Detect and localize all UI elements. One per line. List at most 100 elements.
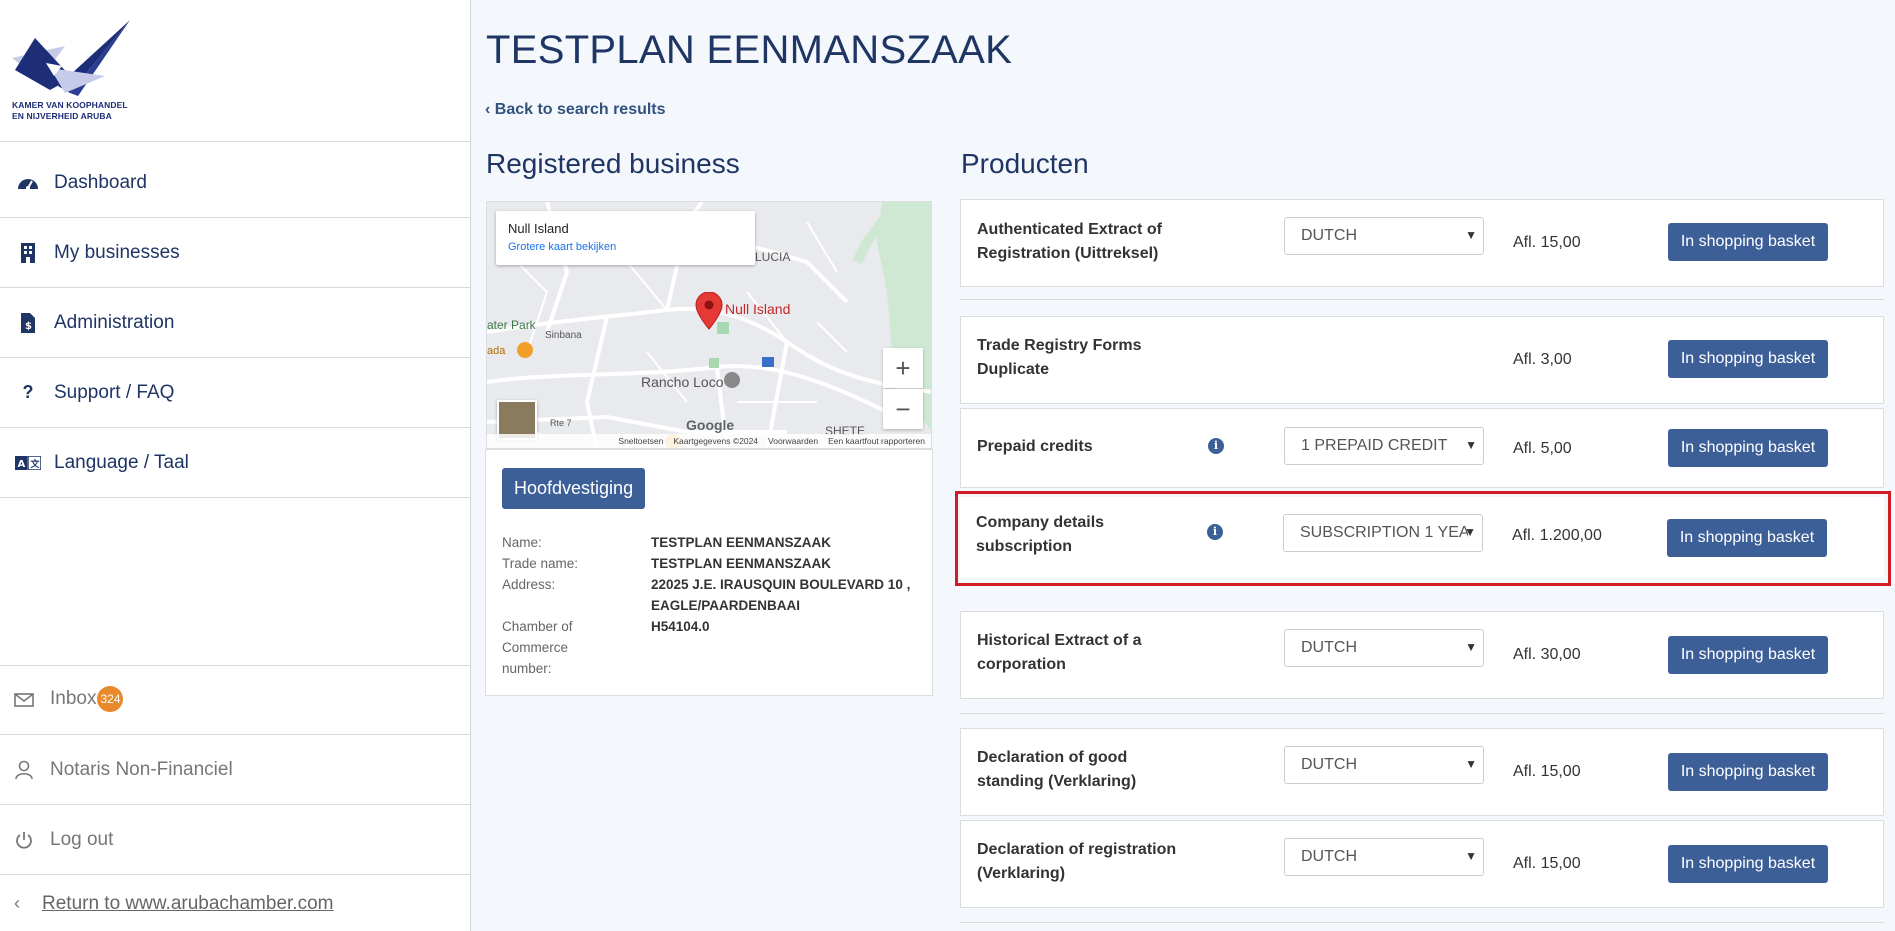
- logo-text: KAMER VAN KOOPHANDEL EN NIJVERHEID ARUBA: [12, 100, 128, 121]
- add-to-basket-button[interactable]: In shopping basket: [1668, 845, 1828, 883]
- chevron-down-icon: ▼: [1465, 438, 1477, 452]
- product-divider: [960, 713, 1884, 714]
- nav-user-label: Notaris Non-Financiel: [50, 758, 233, 780]
- dashboard-icon: [14, 175, 42, 191]
- info-label: Chamber of Commerce number:: [502, 619, 573, 676]
- product-name: Declaration of good standing (Verklaring…: [977, 749, 1137, 790]
- product-card: Declaration of good standing (Verklaring…: [960, 728, 1884, 816]
- product-divider: [960, 922, 1884, 923]
- product-name: Historical Extract of a corporation: [977, 632, 1142, 673]
- map-label: ada: [487, 345, 506, 357]
- info-row-name: Name: TESTPLAN EENMANSZAAK: [502, 532, 922, 553]
- invoice-icon: $: [14, 312, 42, 333]
- map-pin-icon[interactable]: [695, 292, 723, 330]
- product-price: Afl. 5,00: [1513, 440, 1572, 457]
- highlight-box: [955, 491, 1891, 586]
- nav-inbox[interactable]: Inbox 324: [0, 665, 470, 735]
- svg-text:A: A: [18, 459, 26, 470]
- add-to-basket-button[interactable]: In shopping basket: [1668, 753, 1828, 791]
- product-price: Afl. 3,00: [1513, 351, 1572, 368]
- info-row-address: Address: 22025 J.E. IRAUSQUIN BOULEVARD …: [502, 574, 922, 616]
- map-shortcuts-link[interactable]: Sneltoetsen: [618, 436, 663, 446]
- product-divider: [960, 299, 1884, 300]
- map-data-attribution: Kaartgegevens ©2024: [673, 436, 759, 446]
- envelope-icon: [12, 692, 36, 707]
- info-label: Address:: [502, 577, 556, 592]
- larger-map-link[interactable]: Grotere kaart bekijken: [508, 241, 616, 253]
- page-title: TESTPLAN EENMANSZAAK: [486, 28, 1013, 72]
- add-to-basket-button[interactable]: In shopping basket: [1668, 340, 1828, 378]
- nav-my-businesses[interactable]: My businesses: [0, 218, 470, 288]
- map-report-error-link[interactable]: Een kaartfout rapporteren: [828, 436, 925, 446]
- nav-support-faq-label: Support / FAQ: [54, 381, 175, 403]
- nav-user-profile[interactable]: Notaris Non-Financiel: [0, 735, 470, 805]
- product-card: Declaration of registration (Verklaring)…: [960, 820, 1884, 908]
- chevron-down-icon: ▼: [1465, 228, 1477, 242]
- map-footer: Sneltoetsen Kaartgegevens ©2024 Voorwaar…: [487, 434, 931, 448]
- info-label: Name:: [502, 535, 542, 550]
- product-card: Historical Extract of a corporation DUTC…: [960, 611, 1884, 699]
- info-value: H54104.0: [651, 619, 710, 634]
- headquarters-button[interactable]: Hoofdvestiging: [502, 468, 646, 509]
- zoom-in-button[interactable]: +: [883, 348, 923, 388]
- chevron-left-icon: ‹: [485, 101, 495, 118]
- business-info-card: Hoofdvestiging Name: TESTPLAN EENMANSZAA…: [485, 449, 933, 696]
- product-price: Afl. 30,00: [1513, 646, 1581, 663]
- add-to-basket-button[interactable]: In shopping basket: [1668, 223, 1828, 261]
- back-to-search-link[interactable]: ‹ Back to search results: [485, 101, 666, 119]
- svg-text:$: $: [25, 321, 32, 332]
- sidebar: KAMER VAN KOOPHANDEL EN NIJVERHEID ARUBA…: [0, 0, 471, 931]
- location-map[interactable]: LUCIA MON POS ater Park Sinbana Rancho L…: [486, 201, 932, 449]
- nav-language-label: Language / Taal: [54, 451, 189, 473]
- product-card: Trade Registry Forms Duplicate Afl. 3,00…: [960, 316, 1884, 404]
- map-place-name: Null Island: [508, 221, 569, 236]
- product-name: Declaration of registration (Verklaring): [977, 841, 1177, 882]
- building-icon: [14, 242, 42, 263]
- map-pin-label: Null Island: [725, 301, 791, 317]
- language-icon: A文: [14, 455, 42, 470]
- language-select[interactable]: DUTCH ▼: [1284, 629, 1484, 667]
- select-value: DUTCH: [1301, 227, 1357, 244]
- select-value: 1 PREPAID CREDIT: [1301, 437, 1448, 454]
- nav-dashboard[interactable]: Dashboard: [0, 148, 470, 218]
- map-label: Rancho Loco: [641, 374, 724, 390]
- return-to-site-link[interactable]: ‹ Return to www.arubachamber.com: [0, 876, 470, 931]
- credits-select[interactable]: 1 PREPAID CREDIT ▼: [1284, 427, 1484, 465]
- nav-inbox-label: Inbox 324: [50, 685, 124, 713]
- info-row-coc-number: Chamber of Commerce number: H54104.0: [502, 616, 922, 679]
- map-label: Rte 7: [550, 418, 572, 428]
- nav-language[interactable]: A文 Language / Taal: [0, 428, 470, 498]
- zoom-out-button[interactable]: −: [883, 389, 923, 429]
- language-select[interactable]: DUTCH ▼: [1284, 838, 1484, 876]
- chamber-logo[interactable]: KAMER VAN KOOPHANDEL EN NIJVERHEID ARUBA: [10, 18, 150, 128]
- product-card: Authenticated Extract of Registration (U…: [960, 199, 1884, 287]
- language-select[interactable]: DUTCH ▼: [1284, 746, 1484, 784]
- map-terms-link[interactable]: Voorwaarden: [768, 436, 818, 446]
- nav-my-businesses-label: My businesses: [54, 241, 180, 263]
- map-place-card: Null Island Grotere kaart bekijken: [496, 211, 755, 265]
- map-label: LUCIA: [755, 250, 791, 264]
- map-label: ater Park: [487, 318, 536, 332]
- return-to-site-label: Return to www.arubachamber.com: [42, 892, 334, 914]
- language-select[interactable]: DUTCH ▼: [1284, 217, 1484, 255]
- nav-support-faq[interactable]: ? Support / FAQ: [0, 358, 470, 428]
- google-logo: Google: [686, 417, 735, 433]
- power-icon: [12, 831, 36, 849]
- logo-bird-icon: [12, 20, 130, 96]
- registered-business-title: Registered business: [486, 148, 740, 179]
- select-value: DUTCH: [1301, 848, 1357, 865]
- info-icon[interactable]: i: [1208, 438, 1224, 454]
- product-price: Afl. 15,00: [1513, 763, 1581, 780]
- product-card: Prepaid credits i 1 PREPAID CREDIT ▼ Afl.…: [960, 408, 1884, 488]
- chevron-down-icon: ▼: [1465, 640, 1477, 654]
- product-price: Afl. 15,00: [1513, 234, 1581, 251]
- nav-log-out[interactable]: Log out: [0, 805, 470, 875]
- user-icon: [12, 760, 36, 780]
- chevron-down-icon: ▼: [1465, 849, 1477, 863]
- chevron-down-icon: ▼: [1465, 757, 1477, 771]
- add-to-basket-button[interactable]: In shopping basket: [1668, 429, 1828, 467]
- add-to-basket-button[interactable]: In shopping basket: [1668, 636, 1828, 674]
- inbox-count-badge: 324: [97, 685, 124, 712]
- info-label: Trade name:: [502, 556, 579, 571]
- nav-administration[interactable]: $ Administration: [0, 288, 470, 358]
